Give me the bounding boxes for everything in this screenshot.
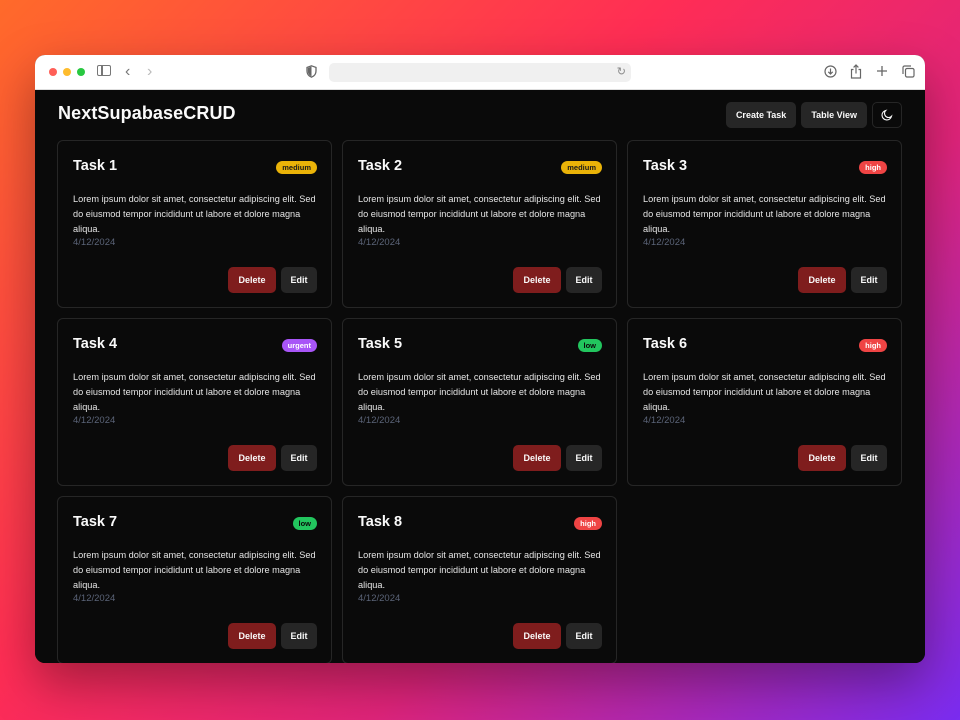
table-view-button[interactable]: Table View	[801, 102, 867, 128]
download-icon[interactable]	[823, 63, 837, 79]
task-date: 4/12/2024	[643, 415, 686, 426]
task-actions: Delete Edit	[513, 445, 602, 471]
task-description: Lorem ipsum dolor sit amet, consectetur …	[73, 550, 316, 590]
priority-badge: low	[292, 517, 317, 530]
edit-button[interactable]: Edit	[851, 445, 887, 471]
browser-window: ‹ › ↻ NextSupabaseCRUD Create Task Table…	[35, 55, 925, 663]
task-actions: Delete Edit	[228, 623, 317, 649]
delete-button[interactable]: Delete	[798, 445, 846, 471]
task-title: Task 3	[643, 158, 688, 174]
back-icon[interactable]: ‹	[125, 63, 130, 81]
task-title: Task 7	[73, 514, 118, 530]
task-date: 4/12/2024	[73, 237, 116, 248]
task-description: Lorem ipsum dolor sit amet, consectetur …	[73, 194, 316, 234]
task-title: Task 4	[73, 336, 118, 352]
task-description: Lorem ipsum dolor sit amet, consectetur …	[643, 194, 886, 234]
task-card: Task 2 medium Lorem ipsum dolor sit amet…	[342, 140, 617, 308]
delete-button[interactable]: Delete	[228, 623, 276, 649]
task-title: Task 6	[643, 336, 688, 352]
edit-button[interactable]: Edit	[851, 267, 887, 293]
shield-icon	[306, 65, 317, 78]
task-actions: Delete Edit	[798, 267, 887, 293]
task-title: Task 2	[358, 158, 403, 174]
close-window-button[interactable]	[49, 68, 57, 76]
task-description: Lorem ipsum dolor sit amet, consectetur …	[358, 550, 601, 590]
task-date: 4/12/2024	[358, 415, 401, 426]
task-date: 4/12/2024	[73, 593, 116, 604]
tabs-icon[interactable]	[901, 63, 915, 79]
delete-button[interactable]: Delete	[513, 445, 561, 471]
delete-button[interactable]: Delete	[228, 445, 276, 471]
task-description: Lorem ipsum dolor sit amet, consectetur …	[358, 372, 601, 412]
task-actions: Delete Edit	[798, 445, 887, 471]
create-task-button[interactable]: Create Task	[725, 102, 797, 128]
task-description: Lorem ipsum dolor sit amet, consectetur …	[358, 194, 601, 234]
new-tab-icon[interactable]	[875, 63, 889, 79]
delete-button[interactable]: Delete	[228, 267, 276, 293]
header-actions: Create Task Table View	[725, 102, 902, 128]
task-description: Lorem ipsum dolor sit amet, consectetur …	[643, 372, 886, 412]
task-date: 4/12/2024	[73, 415, 116, 426]
edit-button[interactable]: Edit	[281, 445, 317, 471]
page-title: NextSupabaseCRUD	[58, 103, 236, 123]
reload-icon[interactable]: ↻	[617, 65, 626, 78]
edit-button[interactable]: Edit	[566, 267, 602, 293]
edit-button[interactable]: Edit	[566, 623, 602, 649]
edit-button[interactable]: Edit	[281, 267, 317, 293]
task-card: Task 1 medium Lorem ipsum dolor sit amet…	[57, 140, 332, 308]
minimize-window-button[interactable]	[63, 68, 71, 76]
edit-button[interactable]: Edit	[566, 445, 602, 471]
task-grid: Task 1 medium Lorem ipsum dolor sit amet…	[57, 140, 902, 663]
app-content: NextSupabaseCRUD Create Task Table View …	[35, 90, 925, 663]
task-actions: Delete Edit	[228, 445, 317, 471]
edit-button[interactable]: Edit	[281, 623, 317, 649]
zoom-window-button[interactable]	[77, 68, 85, 76]
task-date: 4/12/2024	[358, 237, 401, 248]
task-actions: Delete Edit	[513, 267, 602, 293]
task-date: 4/12/2024	[358, 593, 401, 604]
sidebar-icon[interactable]	[97, 65, 111, 76]
delete-button[interactable]: Delete	[513, 267, 561, 293]
task-description: Lorem ipsum dolor sit amet, consectetur …	[73, 372, 316, 412]
task-card: Task 8 high Lorem ipsum dolor sit amet, …	[342, 496, 617, 663]
task-card: Task 4 urgent Lorem ipsum dolor sit amet…	[57, 318, 332, 486]
moon-icon	[881, 109, 893, 121]
task-title: Task 1	[73, 158, 118, 174]
priority-badge: low	[577, 339, 602, 352]
task-card: Task 6 high Lorem ipsum dolor sit amet, …	[627, 318, 902, 486]
task-card: Task 7 low Lorem ipsum dolor sit amet, c…	[57, 496, 332, 663]
priority-badge: medium	[561, 161, 602, 174]
task-title: Task 8	[358, 514, 403, 530]
priority-badge: high	[574, 517, 602, 530]
share-icon[interactable]	[849, 63, 863, 79]
theme-toggle-button[interactable]	[872, 102, 902, 128]
browser-toolbar: ‹ › ↻	[35, 55, 925, 90]
task-card: Task 3 high Lorem ipsum dolor sit amet, …	[627, 140, 902, 308]
task-title: Task 5	[358, 336, 403, 352]
toolbar-actions	[823, 63, 915, 79]
address-bar[interactable]: ↻	[329, 63, 631, 82]
priority-badge: urgent	[281, 339, 317, 352]
task-actions: Delete Edit	[228, 267, 317, 293]
priority-badge: medium	[276, 161, 317, 174]
priority-badge: high	[859, 339, 887, 352]
priority-badge: high	[859, 161, 887, 174]
delete-button[interactable]: Delete	[513, 623, 561, 649]
window-controls	[49, 68, 85, 76]
task-actions: Delete Edit	[513, 623, 602, 649]
delete-button[interactable]: Delete	[798, 267, 846, 293]
forward-icon[interactable]: ›	[147, 63, 152, 81]
task-card: Task 5 low Lorem ipsum dolor sit amet, c…	[342, 318, 617, 486]
task-date: 4/12/2024	[643, 237, 686, 248]
